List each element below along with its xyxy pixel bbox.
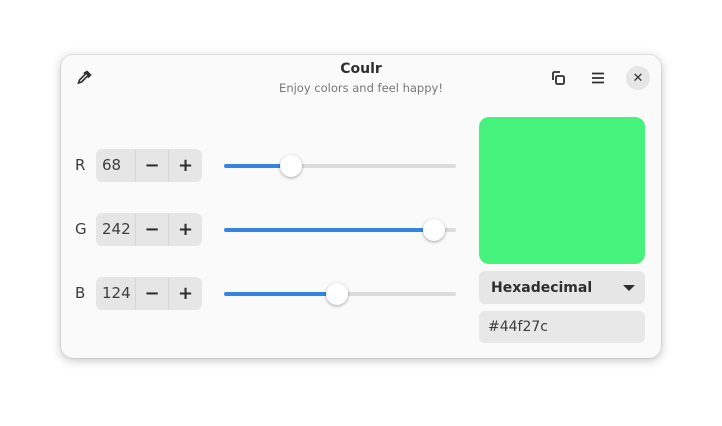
slider-r-fill	[224, 164, 286, 168]
color-output-field[interactable]: #44f27c	[479, 311, 645, 343]
copy-button[interactable]	[544, 64, 572, 92]
channel-label-r: R	[75, 156, 86, 174]
spin-g-value[interactable]: 242	[96, 213, 136, 246]
color-preview	[479, 117, 645, 264]
slider-r-thumb[interactable]	[280, 155, 302, 177]
slider-b-thumb[interactable]	[326, 283, 349, 305]
slider-g-thumb[interactable]	[423, 219, 446, 241]
app-window: Coulr Enjoy colors and feel happy! ✕ R 6…	[61, 55, 661, 358]
close-icon: ✕	[632, 70, 644, 86]
spin-b[interactable]: 124 − +	[96, 277, 202, 310]
slider-b[interactable]	[224, 283, 456, 305]
channel-label-g: G	[75, 220, 87, 238]
slider-r[interactable]	[224, 155, 456, 177]
main-menu-button[interactable]	[584, 64, 612, 92]
decrement-r-button[interactable]: −	[136, 149, 169, 182]
increment-b-button[interactable]: +	[169, 277, 202, 310]
channel-label-b: B	[75, 284, 86, 302]
slider-g[interactable]	[224, 219, 456, 241]
copy-icon	[552, 71, 565, 85]
increment-g-button[interactable]: +	[169, 213, 202, 246]
decrement-g-button[interactable]: −	[136, 213, 169, 246]
spin-g[interactable]: 242 − +	[96, 213, 202, 246]
slider-g-fill	[224, 228, 445, 232]
close-button[interactable]: ✕	[626, 66, 650, 90]
slider-b-fill	[224, 292, 337, 296]
chevron-down-icon	[623, 284, 635, 291]
hamburger-menu-icon	[592, 72, 604, 84]
format-selected: Hexadecimal	[491, 279, 593, 296]
decrement-b-button[interactable]: −	[136, 277, 169, 310]
spin-r[interactable]: 68 − +	[96, 149, 202, 182]
increment-r-button[interactable]: +	[169, 149, 202, 182]
spin-b-value[interactable]: 124	[96, 277, 136, 310]
spin-r-value[interactable]: 68	[96, 149, 136, 182]
format-dropdown[interactable]: Hexadecimal	[479, 271, 645, 304]
